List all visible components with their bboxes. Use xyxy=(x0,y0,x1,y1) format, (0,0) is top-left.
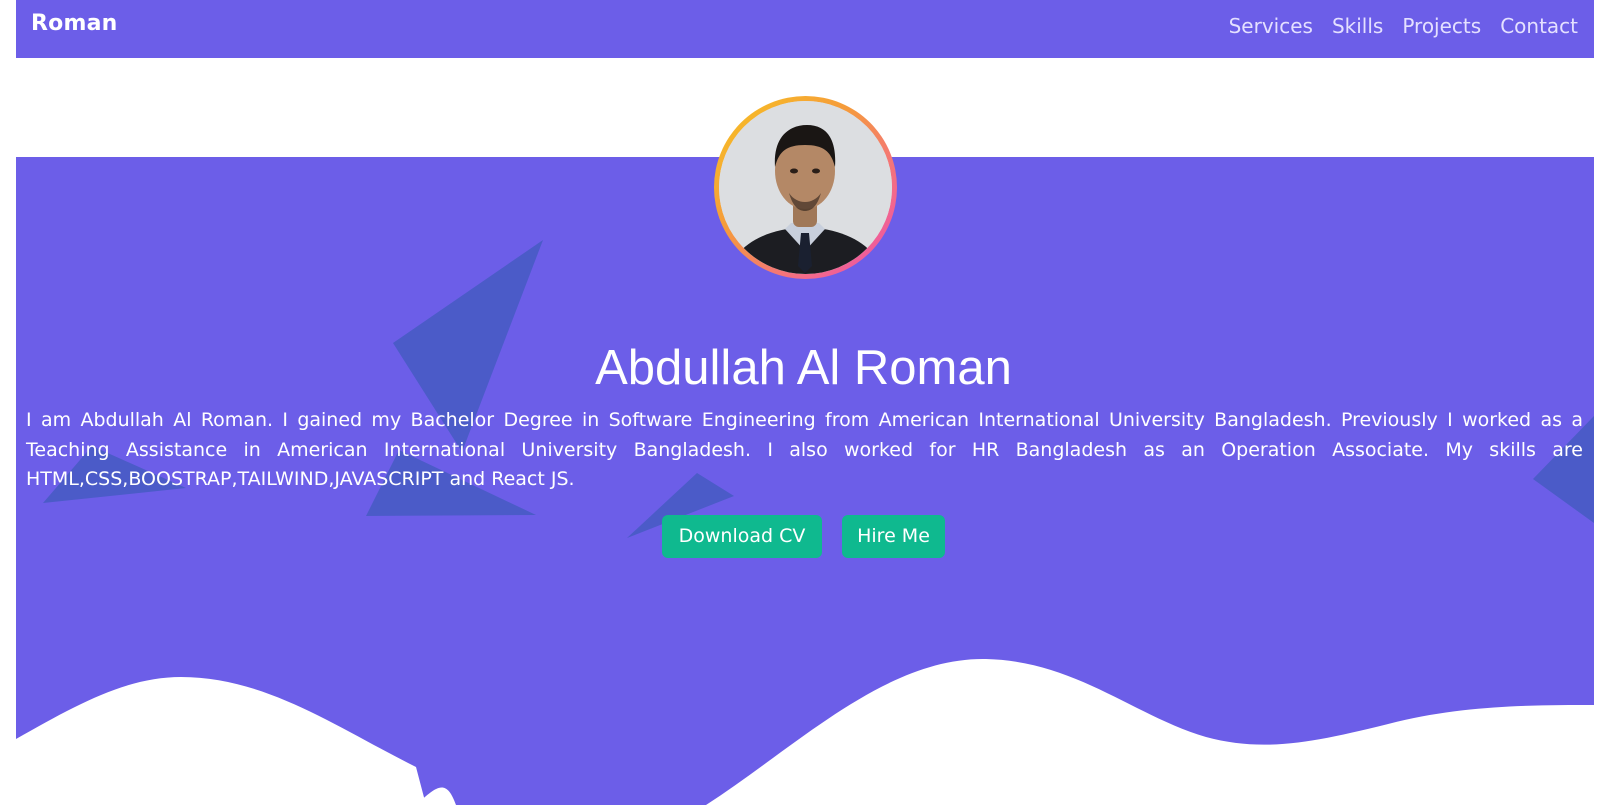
nav-link-contact[interactable]: Contact xyxy=(1500,14,1578,38)
avatar-ring xyxy=(714,96,897,279)
nav-links: Services Skills Projects Contact xyxy=(1229,14,1578,38)
portfolio-page: Roman Services Skills Projects Contact A… xyxy=(0,0,1607,805)
brand-logo[interactable]: Roman xyxy=(31,11,118,36)
avatar xyxy=(719,101,892,274)
hero-bio-text: I am Abdullah Al Roman. I gained my Bach… xyxy=(26,409,1583,490)
nav-link-projects[interactable]: Projects xyxy=(1402,14,1481,38)
hire-me-button[interactable]: Hire Me xyxy=(842,515,945,558)
hero-name-heading: Abdullah Al Roman xyxy=(595,341,1012,395)
nav-link-skills[interactable]: Skills xyxy=(1332,14,1383,38)
top-navbar: Roman Services Skills Projects Contact xyxy=(16,0,1594,58)
hero-actions: Download CV Hire Me xyxy=(0,515,1607,558)
download-cv-button[interactable]: Download CV xyxy=(662,515,822,558)
nav-link-services[interactable]: Services xyxy=(1229,14,1313,38)
profile-photo-icon xyxy=(719,101,892,274)
